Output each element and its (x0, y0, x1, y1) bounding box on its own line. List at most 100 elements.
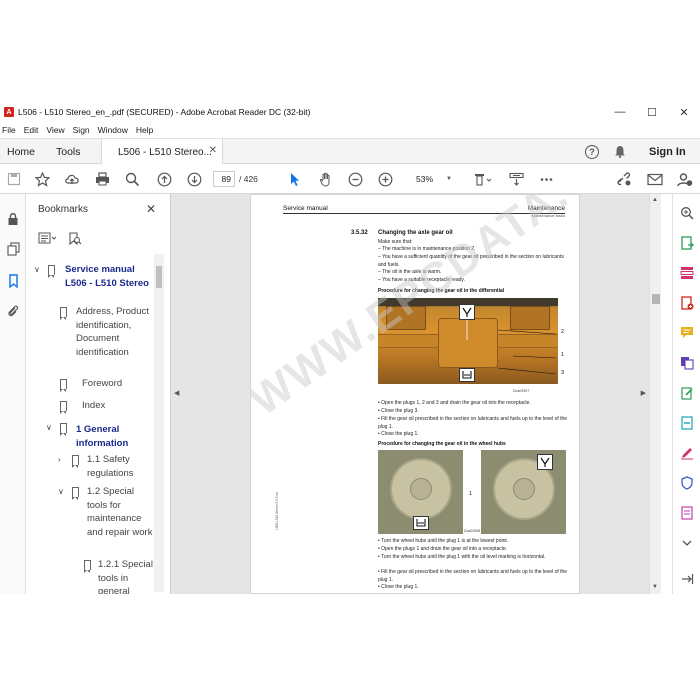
notification-bell-icon[interactable] (614, 145, 626, 158)
zoom-value: 53% (416, 174, 434, 184)
right-tools-rail (672, 194, 700, 594)
page-header-subtitle: Maintenance tasks (531, 213, 565, 218)
help-icon[interactable]: ? (585, 145, 599, 159)
bookmark-icon[interactable] (6, 274, 20, 288)
zoom-out-icon[interactable] (347, 171, 363, 187)
lock-icon[interactable] (6, 212, 20, 226)
bookmark-safety-regulations[interactable]: 1.1 Safety regulations (87, 453, 153, 480)
collapse-chevron-icon[interactable]: ∨ (46, 423, 52, 432)
bookmark-address[interactable]: Address, Product identification, Documen… (76, 305, 152, 359)
minimize-button[interactable]: — (604, 102, 636, 122)
menu-help[interactable]: Help (136, 125, 153, 135)
menu-bar: File Edit View Sign Window Help (0, 122, 161, 138)
page-thumbnails-icon[interactable] (6, 242, 20, 256)
tab-close-icon[interactable]: ✕ (209, 145, 217, 156)
chevron-down-icon[interactable] (680, 536, 694, 550)
bookmark-icon (72, 487, 79, 500)
menu-view[interactable]: View (46, 125, 64, 135)
close-button[interactable]: ✕ (668, 102, 700, 122)
bookmark-index[interactable]: Index (82, 399, 152, 413)
more-tools-icon[interactable] (680, 506, 694, 520)
expand-chevron-icon[interactable]: › (58, 455, 61, 464)
menu-window[interactable]: Window (98, 125, 128, 135)
combine-files-icon[interactable] (680, 356, 694, 370)
callout-label: 1 (561, 352, 565, 358)
procedure-step: • Turn the wheel hubs until the plug 1 i… (378, 538, 509, 544)
organize-pages-icon[interactable] (680, 266, 694, 280)
collapse-chevron-icon[interactable]: ∨ (58, 487, 64, 496)
zoom-in-icon[interactable] (377, 171, 393, 187)
collapse-left-panel-icon[interactable]: ◀ (174, 389, 179, 397)
collapse-chevron-icon[interactable]: ∨ (34, 265, 40, 274)
procedure-step: • Close the plug 1. (378, 584, 419, 590)
create-pdf-icon[interactable] (680, 296, 694, 310)
menu-sign[interactable]: Sign (73, 125, 90, 135)
comment-icon[interactable] (680, 326, 694, 340)
scan-ocr-icon[interactable] (680, 416, 694, 430)
edit-pdf-icon[interactable] (680, 386, 694, 400)
tab-tools[interactable]: Tools (56, 139, 81, 165)
save-icon[interactable] (6, 171, 22, 187)
next-page-icon[interactable] (186, 171, 202, 187)
oil-drain-symbol-icon (413, 516, 429, 530)
bookmark-foreword[interactable]: Foreword (82, 377, 152, 391)
close-icon[interactable]: ✕ (146, 202, 156, 216)
share-link-icon[interactable] (616, 171, 632, 187)
page-number-input[interactable]: 89 (213, 171, 235, 187)
bookmark-service-manual[interactable]: Service manual L506 - L510 Stereo (65, 263, 153, 290)
scroll-up-icon[interactable]: ▲ (652, 197, 658, 203)
sign-in-button[interactable]: Sign In (649, 139, 686, 165)
print-icon[interactable] (94, 171, 110, 187)
photo-detail (513, 478, 535, 500)
prev-page-icon[interactable] (156, 171, 172, 187)
bookmark-icon (60, 401, 67, 414)
protect-shield-icon[interactable] (680, 476, 694, 490)
condition-item: – You have a sufficient quantity of the … (378, 254, 564, 268)
upload-icon[interactable] (64, 171, 80, 187)
pdf-page: Service manual Maintenance Maintenance t… (250, 194, 580, 594)
callout-lines (466, 320, 557, 375)
procedure-step: • Close the plug 3. (378, 408, 419, 414)
expand-right-panel-icon[interactable]: ▶ (641, 389, 646, 397)
bookmark-special-tools[interactable]: 1.2 Special tools for maintenance and re… (87, 485, 153, 539)
zoom-dropdown[interactable]: 53% ▼ (405, 171, 455, 187)
find-icon[interactable] (124, 171, 140, 187)
user-add-icon[interactable] (677, 171, 693, 187)
photo-caption: Doa03908 (464, 529, 481, 533)
bookmarks-scrollbar[interactable] (154, 254, 164, 592)
bookmark-options-icon[interactable] (38, 232, 57, 246)
condition-item: – The machine is in maintenance position… (378, 246, 476, 252)
bookmark-icon (48, 265, 55, 278)
condition-item: – The oil in the axle is warm. (378, 269, 442, 275)
bookmarks-scroll-thumb[interactable] (156, 266, 162, 288)
menu-edit[interactable]: Edit (24, 125, 39, 135)
more-icon[interactable] (538, 171, 554, 187)
page-view-icon[interactable] (472, 171, 494, 187)
search-icon[interactable] (680, 206, 694, 220)
fill-sign-icon[interactable] (680, 446, 694, 460)
star-icon[interactable] (34, 171, 50, 187)
page-header-left: Service manual (283, 205, 328, 212)
tab-bar: Home Tools L506 - L510 Stereo... ✕ ? Sig… (0, 138, 700, 166)
hand-icon[interactable] (318, 171, 334, 187)
select-cursor-icon[interactable] (287, 171, 303, 187)
export-pdf-icon[interactable] (680, 236, 694, 250)
bookmark-general-information[interactable]: 1 General information (76, 423, 146, 450)
find-bookmark-icon[interactable] (68, 232, 84, 246)
menu-file[interactable]: File (2, 125, 16, 135)
maximize-button[interactable]: ☐ (636, 102, 668, 122)
email-icon[interactable] (647, 171, 663, 187)
scroll-down-icon[interactable]: ▼ (652, 584, 658, 590)
collapse-panel-icon[interactable] (680, 572, 694, 586)
wheel-hub-photo-left (378, 450, 463, 534)
attachment-icon[interactable] (6, 304, 20, 318)
chevron-down-icon: ▼ (446, 176, 452, 182)
bookmark-icon (60, 307, 67, 320)
tab-home[interactable]: Home (7, 139, 35, 165)
tab-document[interactable]: L506 - L510 Stereo... ✕ (101, 139, 223, 166)
document-scroll-thumb[interactable] (652, 294, 660, 304)
procedure-step: • Fill the gear oil prescribed in the se… (378, 569, 568, 583)
document-scrollbar[interactable]: ▲ ▼ (649, 194, 661, 594)
scroll-mode-icon[interactable] (508, 171, 524, 187)
bookmark-special-tools-general[interactable]: 1.2.1 Special tools in general (98, 558, 154, 594)
